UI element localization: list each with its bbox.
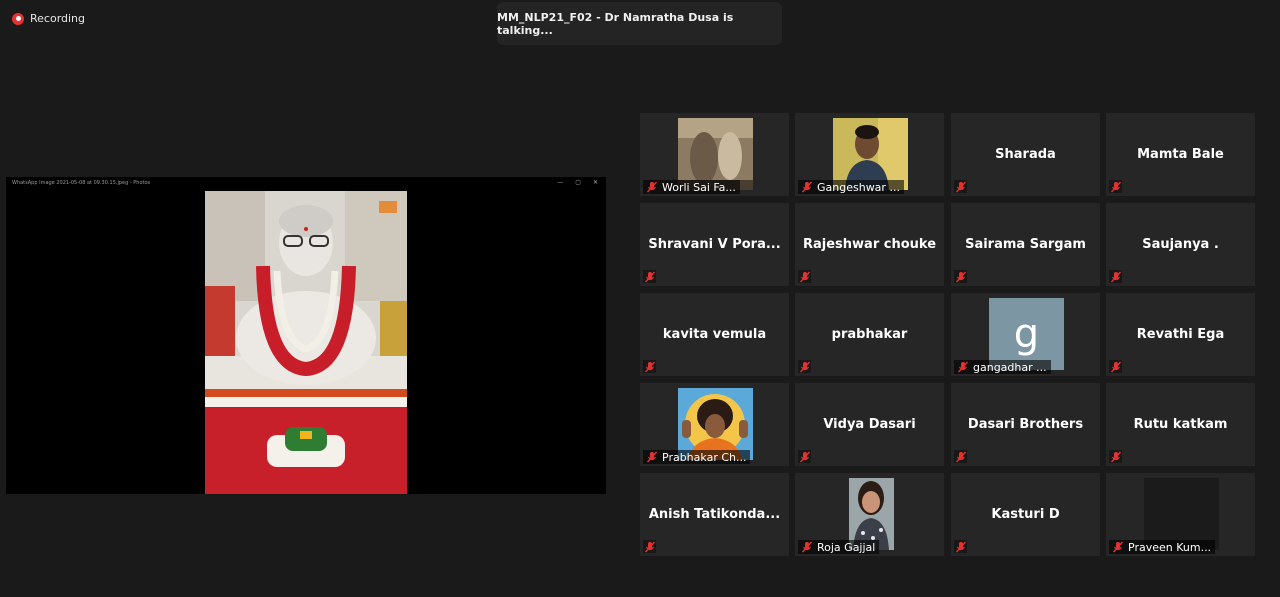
mic-muted-icon <box>954 180 967 193</box>
participant-tile[interactable]: Vidya Dasari <box>795 383 944 466</box>
participant-label: Praveen Kum... <box>1109 540 1216 554</box>
participant-name: Shravani V Pora... <box>648 237 781 252</box>
participant-name: Sairama Sargam <box>965 237 1086 252</box>
participant-name: Praveen Kum... <box>1128 540 1212 554</box>
shrine-photo-image <box>205 191 407 494</box>
participant-tile[interactable]: kavita vemula <box>640 293 789 376</box>
participant-tile[interactable]: Prabhakar Ch... <box>640 383 789 466</box>
avatar-letter: g <box>1013 311 1040 357</box>
participant-name: Sharada <box>995 147 1056 162</box>
participant-tile[interactable]: Gangeshwar ... <box>795 113 944 196</box>
participant-name: Rutu katkam <box>1133 417 1228 432</box>
mic-muted-icon <box>1109 450 1122 463</box>
mic-muted-icon <box>645 451 658 464</box>
participant-tile[interactable]: Shravani V Pora... <box>640 203 789 286</box>
shared-photo <box>205 191 407 494</box>
mic-muted-icon <box>798 270 811 283</box>
mic-muted-icon <box>1109 180 1122 193</box>
participant-name: prabhakar <box>831 327 908 342</box>
mic-muted-icon <box>800 541 813 554</box>
mic-muted-icon <box>1111 541 1124 554</box>
participant-tile[interactable]: Praveen Kum... <box>1106 473 1255 556</box>
mic-muted-icon <box>643 270 656 283</box>
participant-name: Worli Sai Fa... <box>662 180 736 194</box>
participant-name: Kasturi D <box>991 507 1060 522</box>
participant-tile[interactable]: Mamta Bale <box>1106 113 1255 196</box>
mic-muted-icon <box>798 450 811 463</box>
participant-label: Prabhakar Ch... <box>643 450 751 464</box>
shared-screen[interactable]: WhatsApp Image 2021-05-08 at 09.30.15.jp… <box>6 177 606 494</box>
mic-muted-icon <box>954 450 967 463</box>
participant-name: Revathi Ega <box>1136 327 1225 342</box>
participant-name: Mamta Bale <box>1137 147 1224 162</box>
mic-muted-icon <box>643 360 656 373</box>
participant-name: Gangeshwar ... <box>817 180 900 194</box>
active-speaker-banner: MM_NLP21_F02 - Dr Namratha Dusa is talki… <box>497 2 782 45</box>
mic-muted-icon <box>798 360 811 373</box>
mic-muted-icon <box>643 540 656 553</box>
participant-label: Worli Sai Fa... <box>643 180 740 194</box>
participant-tile[interactable]: Dasari Brothers <box>951 383 1100 466</box>
participant-tile[interactable]: Revathi Ega <box>1106 293 1255 376</box>
mic-muted-icon <box>645 181 658 194</box>
mic-muted-icon <box>956 361 969 374</box>
participant-tile[interactable]: Anish Tatikonda... <box>640 473 789 556</box>
participant-tile[interactable]: Rajeshwar chouke <box>795 203 944 286</box>
participant-tile[interactable]: g gangadhar ... <box>951 293 1100 376</box>
maximize-icon: ▢ <box>575 179 581 186</box>
participant-tile[interactable]: Roja Gajjal <box>795 473 944 556</box>
mic-muted-icon <box>954 270 967 283</box>
participant-name: gangadhar ... <box>973 360 1047 374</box>
participant-tile[interactable]: prabhakar <box>795 293 944 376</box>
participant-name: Vidya Dasari <box>823 417 916 432</box>
participant-tile[interactable]: Saujanya . <box>1106 203 1255 286</box>
active-speaker-text: MM_NLP21_F02 - Dr Namratha Dusa is talki… <box>497 10 734 37</box>
participant-name: Prabhakar Ch... <box>662 450 747 464</box>
participant-name: kavita vemula <box>662 327 767 342</box>
mic-muted-icon <box>954 540 967 553</box>
participant-name: Dasari Brothers <box>967 417 1084 432</box>
participant-label: Roja Gajjal <box>798 540 880 554</box>
participant-label: Gangeshwar ... <box>798 180 904 194</box>
shared-window-controls: — ▢ ✕ <box>557 179 598 186</box>
recording-label: Recording <box>30 12 86 25</box>
mic-muted-icon <box>800 181 813 194</box>
mic-muted-icon <box>1109 270 1122 283</box>
participant-name: Rajeshwar chouke <box>802 237 937 252</box>
participant-name: Anish Tatikonda... <box>648 507 781 522</box>
shared-window-title: WhatsApp Image 2021-05-08 at 09.30.15.jp… <box>12 180 151 186</box>
participant-tile[interactable]: Sharada <box>951 113 1100 196</box>
participant-tile[interactable]: Kasturi D <box>951 473 1100 556</box>
participant-label: gangadhar ... <box>954 360 1051 374</box>
mic-muted-icon <box>1109 360 1122 373</box>
participant-name: Roja Gajjal <box>817 540 876 554</box>
participant-tile[interactable]: Rutu katkam <box>1106 383 1255 466</box>
recording-indicator[interactable]: Recording <box>12 12 85 25</box>
participant-tile[interactable]: Sairama Sargam <box>951 203 1100 286</box>
minimize-icon: — <box>557 179 564 186</box>
close-icon: ✕ <box>592 179 598 186</box>
record-icon <box>12 12 24 25</box>
participant-tile[interactable]: Worli Sai Fa... <box>640 113 789 196</box>
participant-name: Saujanya . <box>1142 237 1219 252</box>
